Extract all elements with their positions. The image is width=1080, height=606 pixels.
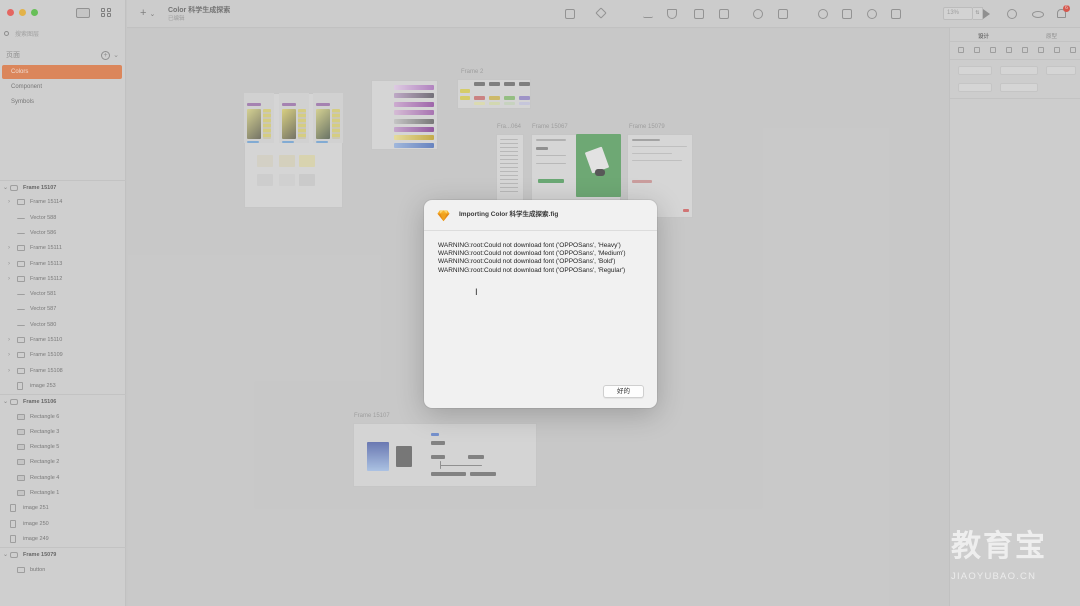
watermark-logo: 教育宝 — [951, 530, 1047, 563]
warning-line: WARNING:root:Could not download font ('O… — [438, 242, 621, 249]
dialog-message: WARNING:root:Could not download font ('O… — [438, 242, 648, 275]
warning-line: WARNING:root:Could not download font ('O… — [438, 258, 616, 266]
import-dialog: Importing Color 科学生成探索.fig WARNING:root:… — [424, 200, 657, 408]
app-window: 搜索图层 页面 + ⌄ Colors Component Symbols ⌄ Fr… — [0, 0, 1080, 606]
text-cursor-icon: I — [475, 288, 478, 298]
watermark-url: JIAOYUBAO.CN — [951, 571, 1037, 582]
ok-button[interactable]: 好的 — [603, 385, 644, 398]
dialog-title: Importing Color 科学生成探索.fig — [459, 211, 559, 218]
sketch-app-icon — [437, 210, 450, 222]
watermark: 教育宝 JIAOYUBAO.CN — [947, 530, 1065, 586]
warning-line: WARNING:root:Could not download font ('O… — [438, 250, 626, 258]
warning-line: WARNING:root:Could not download font ('O… — [438, 266, 626, 274]
dialog-header: Importing Color 科学生成探索.fig — [424, 200, 657, 231]
